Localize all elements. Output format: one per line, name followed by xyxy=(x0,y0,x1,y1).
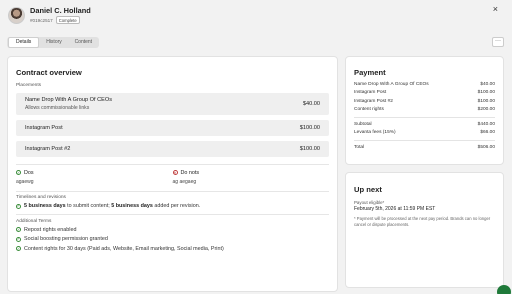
line-amount: $40.00 xyxy=(480,82,495,87)
profile-subline: #019c2517 Complete xyxy=(30,16,91,24)
placement-row: Name Drop With A Group Of CEOs Allows co… xyxy=(16,93,329,115)
fee-amount: $66.00 xyxy=(480,130,495,136)
dos-label: Dos xyxy=(24,169,34,176)
profile-header: Daniel C. Holland #019c2517 Complete xyxy=(8,6,91,24)
divider xyxy=(16,164,329,165)
placement-name: Name Drop With A Group Of CEOs xyxy=(25,97,113,103)
payment-line: Content rights $200.00 xyxy=(354,106,495,114)
revision-days: 5 business days xyxy=(111,203,153,210)
fee-line: Levanta fees (15%) $66.00 xyxy=(354,129,495,137)
payment-line: Instagram Post $100.00 xyxy=(354,89,495,97)
help-chat-button[interactable] xyxy=(497,285,511,294)
payment-title: Payment xyxy=(354,68,386,77)
placement-price: $100.00 xyxy=(299,146,320,152)
divider xyxy=(16,190,329,192)
tab-content[interactable]: Content xyxy=(69,38,98,47)
subtotal-amount: $440.00 xyxy=(477,121,495,127)
term-row: ✓ Social boosting permission granted xyxy=(16,236,329,242)
more-options-button[interactable]: ··· xyxy=(492,37,504,47)
total-label: Total xyxy=(354,144,365,150)
timeline-row: ✓ 5 business days to submit content; 5 b… xyxy=(16,203,329,209)
timelines-label: Timelines and revisions xyxy=(16,195,66,201)
divider xyxy=(16,214,329,215)
creator-name: Daniel C. Holland xyxy=(30,6,91,15)
term-row: ✓ Content rights for 30 days (Paid ads, … xyxy=(16,246,329,252)
placement-name: Instagram Post #2 xyxy=(25,146,71,152)
timeline-text: 5 business days to submit content; 5 bus… xyxy=(24,203,200,209)
up-next-title: Up next xyxy=(354,185,382,194)
status-badge: Complete xyxy=(55,16,80,24)
payment-card: Payment Name Drop With A Group Of CEOs $… xyxy=(345,56,504,165)
total-line: Total $506.00 xyxy=(354,144,495,152)
placement-name: Instagram Post xyxy=(25,125,63,131)
placement-price: $100.00 xyxy=(299,125,320,131)
placements-label: Placements xyxy=(16,83,42,88)
donots-value: ag aegaeg xyxy=(172,178,197,185)
dos-column: ✓ Dos agaewg xyxy=(16,170,173,185)
additional-terms-label: Additional Terms xyxy=(16,218,52,224)
close-icon[interactable]: × xyxy=(493,4,498,14)
payout-label: Payout eligible* xyxy=(354,200,385,205)
line-amount: $200.00 xyxy=(477,106,495,112)
line-amount: $100.00 xyxy=(477,98,495,104)
donots-header: ✕ Do nots xyxy=(172,169,330,176)
line-label: Instagram Post #2 xyxy=(354,98,393,104)
fee-label: Levanta fees (15%) xyxy=(354,130,396,136)
tab-details[interactable]: Details xyxy=(8,37,40,48)
check-circle-icon: ✓ xyxy=(16,170,21,176)
contract-id: #019c2517 xyxy=(30,17,53,23)
dos-and-donots: ✓ Dos agaewg ✕ Do nots ag aegaeg xyxy=(16,170,329,185)
payout-date: February 5th, 2026 at 11:59 PM EST xyxy=(354,206,436,212)
tab-bar: Details History Content xyxy=(7,37,99,48)
divider xyxy=(354,117,495,118)
line-label: Name Drop With A Group Of CEOs xyxy=(354,82,429,87)
line-label: Instagram Post xyxy=(354,90,387,96)
term-row: ✓ Repost rights enabled xyxy=(16,227,329,233)
dos-header: ✓ Dos xyxy=(16,170,173,176)
placement-description: Allows commissionable links xyxy=(25,105,90,111)
x-circle-icon: ✕ xyxy=(172,170,178,176)
placement-price: $40.00 xyxy=(302,101,320,107)
line-amount: $100.00 xyxy=(477,90,495,96)
donots-column: ✕ Do nots ag aegaeg xyxy=(172,169,330,185)
check-circle-icon: ✓ xyxy=(16,203,21,209)
contract-overview-card: Contract overview Placements Name Drop W… xyxy=(7,56,338,292)
payment-line: Instagram Post #2 $100.00 xyxy=(354,98,495,106)
check-circle-icon: ✓ xyxy=(16,227,21,233)
up-next-card: Up next Payout eligible* February 5th, 2… xyxy=(345,172,504,288)
subtotal-label: Subtotal xyxy=(354,121,372,127)
total-amount: $506.00 xyxy=(477,144,495,150)
profile-text: Daniel C. Holland #019c2517 Complete xyxy=(30,6,91,24)
tab-history[interactable]: History xyxy=(39,38,68,47)
placement-row: Instagram Post $100.00 xyxy=(16,120,329,136)
submit-days: 5 business days xyxy=(24,203,66,210)
submit-text: to submit content; xyxy=(65,203,112,210)
check-circle-icon: ✓ xyxy=(16,246,21,252)
contract-title: Contract overview xyxy=(16,68,82,77)
term-text: Content rights for 30 days (Paid ads, We… xyxy=(24,245,224,252)
line-label: Content rights xyxy=(354,106,384,112)
term-text: Social boosting permission granted xyxy=(24,236,108,243)
check-circle-icon: ✓ xyxy=(16,236,21,242)
divider xyxy=(354,140,495,141)
avatar xyxy=(8,6,25,24)
revision-text: added per revision. xyxy=(152,203,201,210)
payout-note: * Payment will be processed at the next … xyxy=(354,216,491,227)
placement-row: Instagram Post #2 $100.00 xyxy=(16,141,329,157)
payment-line: Name Drop With A Group Of CEOs $40.00 xyxy=(354,81,495,89)
subtotal-line: Subtotal $440.00 xyxy=(354,121,495,129)
dos-value: agaewg xyxy=(16,178,34,185)
term-text: Repost rights enabled xyxy=(24,226,77,233)
donots-label: Do nots xyxy=(180,169,200,176)
